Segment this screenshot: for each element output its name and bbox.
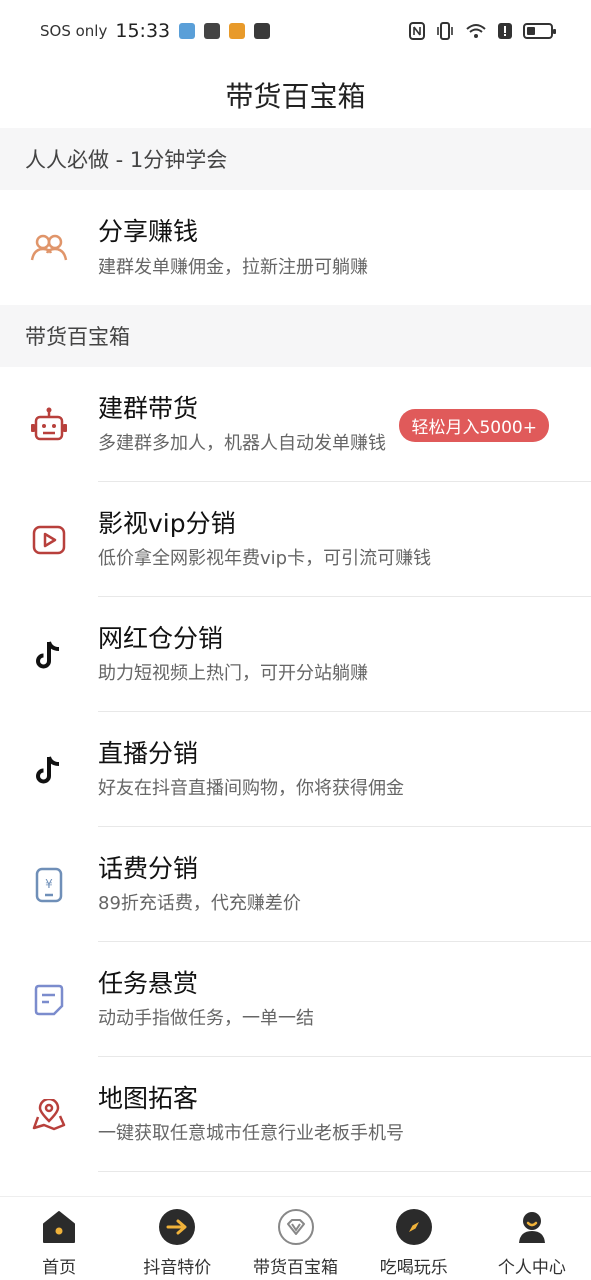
item-title: 网红仓分销 [98, 623, 224, 653]
nav-label: 个人中心 [497, 1258, 566, 1278]
item-title: 话费分销 [98, 853, 199, 883]
list-item-influencer[interactable]: 网红仓分销 助力短视频上热门，可开分站躺赚 [0, 597, 591, 712]
diamond-icon [277, 1209, 314, 1245]
list-item-task-reward[interactable]: 任务悬赏 动动手指做任务，一单一结 [0, 942, 591, 1057]
income-badge: 轻松月入5000+ [399, 409, 549, 442]
item-desc: 低价拿全网影视年费vip卡，可引流可赚钱 [98, 548, 432, 570]
tiktok-icon [36, 640, 60, 668]
carrier-text: SOS only [40, 22, 108, 40]
list-item-phone-bill[interactable]: ¥ 话费分销 89折充话费，代充赚差价 [0, 827, 591, 942]
nav-label: 抖音特价 [143, 1258, 212, 1278]
nav-douyin-deals[interactable]: 抖音特价 [118, 1197, 236, 1280]
arrow-right-icon [159, 1209, 196, 1245]
nfc-icon [409, 22, 425, 40]
section-header-must-do: 人人必做 - 1分钟学会 [0, 128, 591, 190]
nav-label: 吃喝玩乐 [379, 1258, 448, 1278]
list-item-live-selling[interactable]: 直播分销 好友在抖音直播间购物，你将获得佣金 [0, 712, 591, 827]
item-desc: 一键获取任意城市任意行业老板手机号 [98, 1123, 404, 1145]
item-title: 影视vip分销 [98, 508, 236, 538]
item-title: 任务悬赏 [98, 968, 199, 998]
compass-icon [395, 1209, 432, 1245]
item-title: 地图拓客 [98, 1083, 199, 1113]
item-title: 分享赚钱 [98, 217, 199, 247]
item-title: 直播分销 [98, 738, 199, 768]
bottom-nav: 首页 抖音特价 带货百宝箱 吃喝玩乐 个人中心 [0, 1196, 591, 1280]
phone-bill-icon: ¥ [35, 867, 63, 902]
video-play-icon [32, 525, 66, 554]
status-time: 15:33 [115, 20, 171, 42]
item-desc: 好友在抖音直播间购物，你将获得佣金 [98, 778, 404, 800]
map-pin-icon [32, 1098, 66, 1130]
people-icon [30, 234, 68, 260]
item-desc: 建群发单赚佣金，拉新注册可躺赚 [98, 256, 368, 278]
wifi-icon [466, 24, 486, 38]
user-icon [514, 1209, 550, 1245]
item-desc: 动动手指做任务，一单一结 [98, 1008, 314, 1030]
page-title: 带货百宝箱 [225, 80, 366, 113]
nav-food-fun[interactable]: 吃喝玩乐 [355, 1197, 473, 1280]
tiktok-icon [36, 755, 60, 783]
list-item-group-selling[interactable]: 建群带货 多建群多加人，机器人自动发单赚钱 轻松月入5000+ [0, 367, 591, 482]
upload-app-icon [204, 23, 221, 39]
weather-app-icon [179, 23, 196, 39]
item-desc: 89折充话费，代充赚差价 [98, 893, 301, 915]
maps-app-icon [254, 23, 271, 39]
nav-label: 首页 [42, 1258, 77, 1278]
list-item-video-vip[interactable]: 影视vip分销 低价拿全网影视年费vip卡，可引流可赚钱 [0, 482, 591, 597]
section-header-toolbox: 带货百宝箱 [0, 305, 591, 367]
battery-icon [523, 23, 556, 39]
nav-label: 带货百宝箱 [253, 1258, 338, 1278]
nav-profile[interactable]: 个人中心 [473, 1197, 591, 1280]
status-bar: SOS only 15:33 [0, 0, 591, 62]
svg-text:¥: ¥ [45, 877, 53, 891]
nav-home[interactable]: 首页 [0, 1197, 118, 1280]
nav-toolbox[interactable]: 带货百宝箱 [236, 1197, 354, 1280]
robot-icon [31, 407, 67, 440]
task-icon [34, 984, 64, 1015]
list-item-share-earn[interactable]: 分享赚钱 建群发单赚佣金，拉新注册可躺赚 [0, 190, 591, 305]
list-item-map-leads[interactable]: 地图拓客 一键获取任意城市任意行业老板手机号 [0, 1057, 591, 1172]
home-icon [41, 1209, 77, 1245]
item-desc: 助力短视频上热门，可开分站躺赚 [98, 663, 368, 685]
novel-app-icon [229, 23, 246, 39]
vibrate-icon [437, 22, 453, 40]
alert-icon [498, 23, 512, 39]
